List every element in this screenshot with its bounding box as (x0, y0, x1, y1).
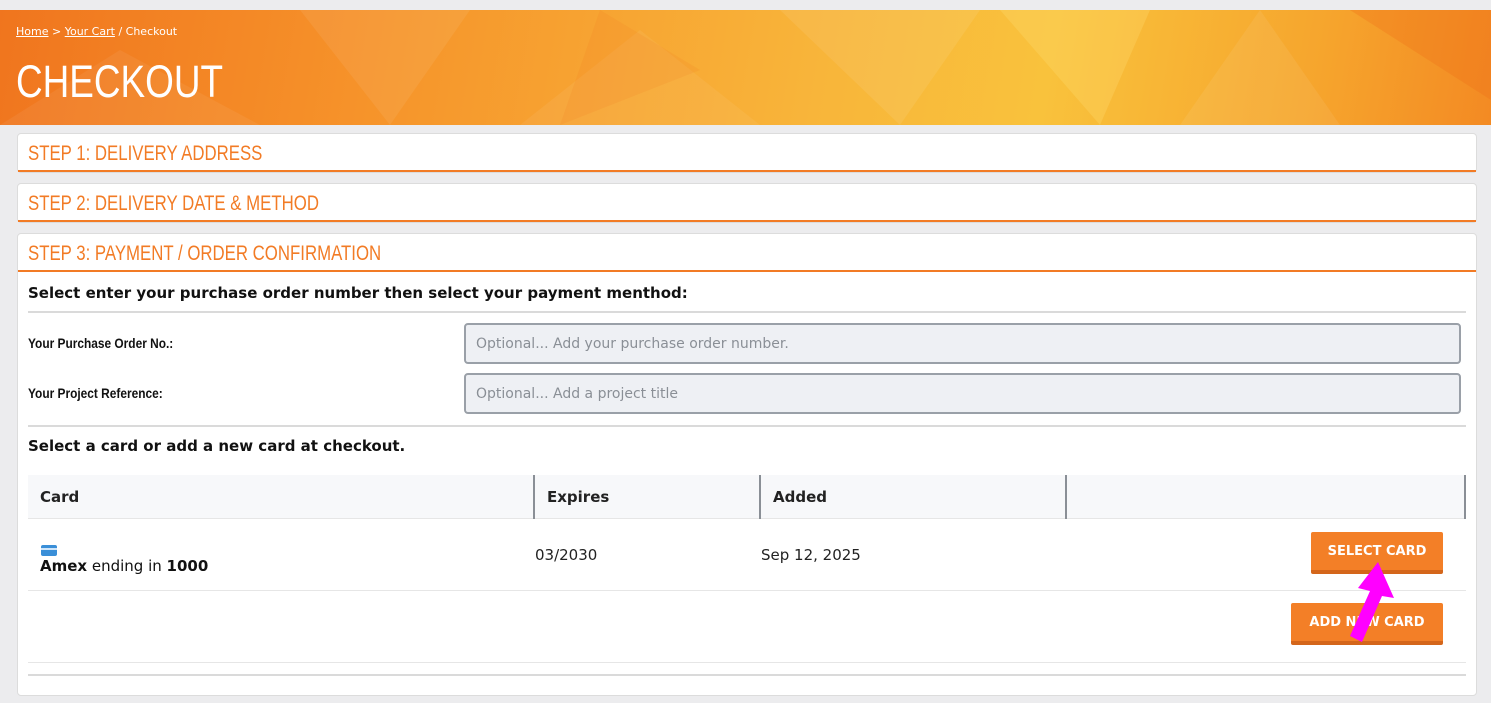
card-added: Sep 12, 2025 (761, 546, 861, 564)
breadcrumb-separator: > (48, 25, 65, 38)
hero-banner: Home > Your Cart / Checkout CHECKOUT (0, 10, 1491, 125)
step-1-title: STEP 1: DELIVERY ADDRESS (28, 142, 263, 165)
payment-instruction: Select enter your purchase order number … (28, 284, 688, 302)
column-header-action (1067, 475, 1079, 519)
card-brand: Amex (40, 557, 88, 575)
divider (28, 311, 1466, 313)
step-2-panel: STEP 2: DELIVERY DATE & METHOD (17, 183, 1477, 223)
card-description: Amex ending in 1000 (40, 557, 208, 575)
project-reference-label: Your Project Reference: (28, 385, 163, 401)
purchase-order-input[interactable] (464, 323, 1461, 364)
banner-pattern (0, 10, 1491, 125)
cards-instruction: Select a card or add a new card at check… (28, 437, 406, 455)
step-2-title: STEP 2: DELIVERY DATE & METHOD (28, 192, 319, 215)
breadcrumb-home-link[interactable]: Home (16, 25, 48, 38)
top-strip (0, 0, 1491, 10)
step-3-panel: STEP 3: PAYMENT / ORDER CONFIRMATION Sel… (17, 233, 1477, 696)
step-3-title: STEP 3: PAYMENT / ORDER CONFIRMATION (28, 242, 382, 265)
breadcrumb: Home > Your Cart / Checkout (16, 25, 177, 38)
table-row: ADD NEW CARD (28, 591, 1466, 663)
column-header-expires: Expires (547, 488, 610, 506)
arrow-annotation-icon (1350, 562, 1394, 642)
step-3-header[interactable]: STEP 3: PAYMENT / ORDER CONFIRMATION (18, 234, 1476, 272)
column-divider (1464, 475, 1466, 519)
breadcrumb-cart-link[interactable]: Your Cart (65, 25, 115, 38)
cards-table: Card Expires Added Amex ending in 1000 0… (28, 475, 1466, 663)
project-reference-input[interactable] (464, 373, 1461, 414)
step-1-header[interactable]: STEP 1: DELIVERY ADDRESS (18, 134, 1476, 172)
divider (28, 674, 1466, 676)
page-title: CHECKOUT (16, 56, 224, 107)
card-expires: 03/2030 (535, 546, 598, 564)
step-2-header[interactable]: STEP 2: DELIVERY DATE & METHOD (18, 184, 1476, 222)
divider (28, 425, 1466, 427)
column-header-card: Card (40, 488, 80, 506)
breadcrumb-separator: / (114, 25, 126, 38)
step-1-panel: STEP 1: DELIVERY ADDRESS (17, 133, 1477, 173)
table-header: Card Expires Added (28, 475, 1466, 519)
table-row: Amex ending in 1000 03/2030 Sep 12, 2025… (28, 519, 1466, 591)
breadcrumb-current: Checkout (125, 25, 178, 38)
card-last4: 1000 (166, 557, 209, 575)
purchase-order-label: Your Purchase Order No.: (28, 335, 174, 351)
card-ending-text: ending in (87, 557, 167, 575)
credit-card-icon (41, 545, 57, 556)
column-header-added: Added (773, 488, 827, 506)
